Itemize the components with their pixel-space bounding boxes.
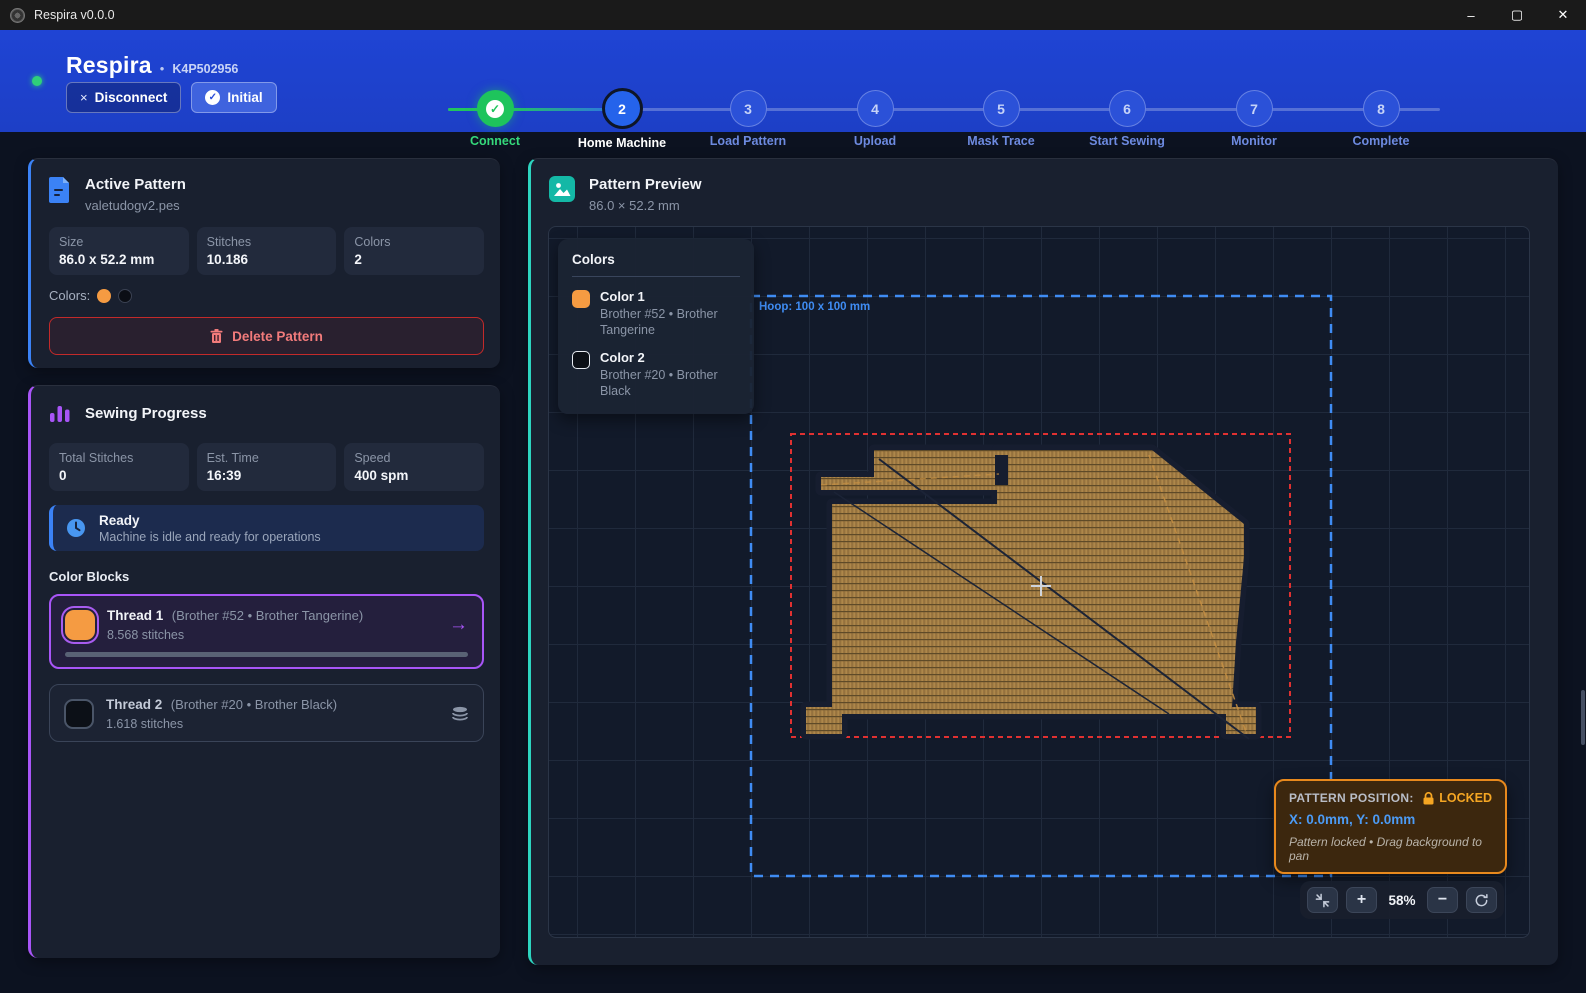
titlebar: Respira v0.0.0 – ▢ ✕: [0, 0, 1586, 30]
zoom-controls: + 58% −: [1300, 881, 1504, 919]
preview-canvas[interactable]: Hoop: 100 x 100 mm Colors Color 1 Brothe…: [548, 226, 1530, 938]
thread-row-1[interactable]: Thread 1 (Brother #52 • Brother Tangerin…: [49, 594, 484, 669]
legend-swatch-black: [572, 351, 590, 369]
zoom-in-button[interactable]: +: [1346, 887, 1377, 913]
card-title: Pattern Preview: [589, 176, 702, 193]
stitch-notch: [995, 455, 1008, 485]
position-label: PATTERN POSITION:: [1289, 791, 1414, 805]
window-title: Respira v0.0.0: [34, 8, 115, 22]
brand-name: Respira: [66, 52, 152, 79]
legend-title: Colors: [572, 252, 740, 277]
legend-item-color1: Color 1 Brother #52 • Brother Tangerine: [572, 289, 740, 338]
step-mask-trace[interactable]: 5 Mask Trace: [938, 90, 1064, 148]
color-swatch-tangerine: [97, 289, 111, 303]
thread-progress-bar: [65, 652, 468, 657]
thread-row-2[interactable]: Thread 2 (Brother #20 • Brother Black) 1…: [49, 684, 484, 742]
pattern-dimensions: 86.0 × 52.2 mm: [589, 198, 702, 213]
machine-status-banner: Ready Machine is idle and ready for oper…: [49, 505, 484, 551]
thread-swatch-black: [64, 699, 94, 729]
locked-badge: LOCKED: [1439, 791, 1492, 805]
stat-total-stitches: Total Stitches 0: [49, 443, 189, 491]
refresh-icon: [1474, 893, 1489, 908]
stat-stitches: Stitches 10.186: [197, 227, 337, 275]
app-header: Respira • K4P502956 × Disconnect ✓ Initi…: [0, 30, 1586, 132]
status-description: Machine is idle and ready for operations: [99, 530, 321, 544]
step-load-pattern[interactable]: 3 Load Pattern: [685, 90, 811, 148]
step-complete[interactable]: 8 Complete: [1318, 90, 1444, 148]
close-icon: ×: [80, 90, 88, 105]
pattern-filename: valetudogv2.pes: [85, 198, 186, 213]
initial-button[interactable]: ✓ Initial: [191, 82, 276, 113]
check-circle-icon: ✓: [205, 90, 220, 105]
colors-label: Colors:: [49, 288, 90, 303]
window-scrollbar[interactable]: [1581, 690, 1585, 745]
position-coordinates: X: 0.0mm, Y: 0.0mm: [1289, 812, 1492, 827]
zoom-out-button[interactable]: −: [1427, 887, 1458, 913]
arrow-right-icon: →: [449, 614, 468, 636]
active-pattern-card: Active Pattern valetudogv2.pes Size 86.0…: [28, 158, 500, 368]
color-blocks-heading: Color Blocks: [49, 569, 484, 584]
app-icon: [10, 8, 25, 23]
status-title: Ready: [99, 513, 321, 528]
step-start-sewing[interactable]: 6 Start Sewing: [1064, 90, 1190, 148]
fit-view-button[interactable]: [1307, 887, 1338, 913]
app-window: Respira v0.0.0 – ▢ ✕ Respira • K4P502956…: [0, 0, 1586, 993]
step-monitor[interactable]: 7 Monitor: [1191, 90, 1317, 148]
connection-status-dot: [32, 76, 42, 86]
card-title: Active Pattern: [85, 176, 186, 193]
stat-est-time: Est. Time 16:39: [197, 443, 337, 491]
hoop-size-label: Hoop: 100 x 100 mm: [759, 301, 870, 313]
thread-swatch-tangerine: [65, 610, 95, 640]
step-upload[interactable]: 4 Upload: [812, 90, 938, 148]
maximize-button[interactable]: ▢: [1494, 0, 1540, 30]
machine-serial: K4P502956: [172, 62, 238, 76]
disconnect-button[interactable]: × Disconnect: [66, 82, 181, 113]
sewing-progress-card: Sewing Progress Total Stitches 0 Est. Ti…: [28, 385, 500, 958]
card-title: Sewing Progress: [85, 405, 207, 422]
position-hint: Pattern locked • Drag background to pan: [1289, 835, 1492, 863]
serial-separator: •: [160, 61, 165, 76]
trash-icon: [210, 329, 223, 344]
clock-icon: [66, 518, 86, 538]
zoom-level: 58%: [1385, 893, 1419, 908]
step-circle-done: ✓: [477, 90, 514, 127]
document-icon: [49, 176, 71, 203]
bar-chart-icon: [49, 403, 71, 423]
stat-colors: Colors 2: [344, 227, 484, 275]
step-home-machine[interactable]: 2 Home Machine: [559, 90, 685, 150]
close-button[interactable]: ✕: [1540, 0, 1586, 30]
color-swatch-black: [118, 289, 132, 303]
legend-swatch-tangerine: [572, 290, 590, 308]
legend-item-color2: Color 2 Brother #20 • Brother Black: [572, 350, 740, 399]
delete-pattern-button[interactable]: Delete Pattern: [49, 317, 484, 355]
fit-view-icon: [1315, 893, 1330, 908]
step-connect[interactable]: ✓ Connect: [432, 90, 558, 148]
check-icon: ✓: [486, 100, 504, 118]
lock-icon: [1423, 792, 1434, 805]
layers-icon: [451, 705, 469, 723]
colors-legend: Colors Color 1 Brother #52 • Brother Tan…: [558, 239, 754, 414]
stat-size: Size 86.0 x 52.2 mm: [49, 227, 189, 275]
image-icon: [549, 176, 575, 202]
pattern-position-overlay: PATTERN POSITION: LOCKED X: 0.0mm, Y: 0.…: [1274, 779, 1507, 874]
stat-speed: Speed 400 spm: [344, 443, 484, 491]
step-circle-current: 2: [602, 88, 643, 129]
reset-view-button[interactable]: [1466, 887, 1497, 913]
minimize-button[interactable]: –: [1448, 0, 1494, 30]
pattern-preview-card: Pattern Preview 86.0 × 52.2 mm: [528, 158, 1558, 965]
